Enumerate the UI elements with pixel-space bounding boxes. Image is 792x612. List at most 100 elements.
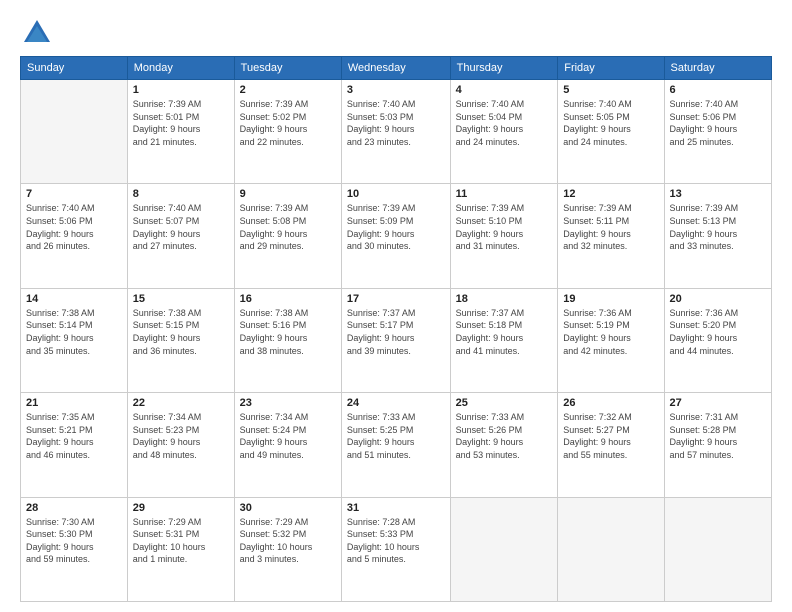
calendar-cell: 26 Sunrise: 7:32 AM Sunset: 5:27 PM Dayli… — [558, 393, 664, 497]
day-number: 4 — [456, 84, 553, 96]
calendar-cell: 29 Sunrise: 7:29 AM Sunset: 5:31 PM Dayli… — [127, 497, 234, 601]
day-number: 14 — [26, 293, 122, 305]
day-number: 10 — [347, 188, 445, 200]
calendar-table: SundayMondayTuesdayWednesdayThursdayFrid… — [20, 56, 772, 602]
logo-icon — [22, 18, 52, 48]
calendar-cell — [450, 497, 558, 601]
calendar-cell — [21, 80, 128, 184]
day-info: Sunrise: 7:36 AM Sunset: 5:19 PM Dayligh… — [563, 307, 658, 357]
week-row-5: 28 Sunrise: 7:30 AM Sunset: 5:30 PM Dayli… — [21, 497, 772, 601]
calendar-cell: 15 Sunrise: 7:38 AM Sunset: 5:15 PM Dayli… — [127, 288, 234, 392]
day-number: 12 — [563, 188, 658, 200]
day-number: 9 — [240, 188, 336, 200]
calendar-cell: 18 Sunrise: 7:37 AM Sunset: 5:18 PM Dayli… — [450, 288, 558, 392]
calendar-cell: 14 Sunrise: 7:38 AM Sunset: 5:14 PM Dayli… — [21, 288, 128, 392]
day-number: 1 — [133, 84, 229, 96]
calendar-cell: 20 Sunrise: 7:36 AM Sunset: 5:20 PM Dayli… — [664, 288, 771, 392]
calendar-cell: 24 Sunrise: 7:33 AM Sunset: 5:25 PM Dayli… — [341, 393, 450, 497]
day-info: Sunrise: 7:39 AM Sunset: 5:09 PM Dayligh… — [347, 202, 445, 252]
col-header-friday: Friday — [558, 57, 664, 80]
col-header-wednesday: Wednesday — [341, 57, 450, 80]
day-info: Sunrise: 7:37 AM Sunset: 5:18 PM Dayligh… — [456, 307, 553, 357]
day-info: Sunrise: 7:37 AM Sunset: 5:17 PM Dayligh… — [347, 307, 445, 357]
calendar-cell: 23 Sunrise: 7:34 AM Sunset: 5:24 PM Dayli… — [234, 393, 341, 497]
day-info: Sunrise: 7:40 AM Sunset: 5:03 PM Dayligh… — [347, 98, 445, 148]
day-info: Sunrise: 7:40 AM Sunset: 5:06 PM Dayligh… — [26, 202, 122, 252]
logo — [20, 18, 54, 48]
col-header-tuesday: Tuesday — [234, 57, 341, 80]
day-info: Sunrise: 7:34 AM Sunset: 5:24 PM Dayligh… — [240, 411, 336, 461]
day-number: 18 — [456, 293, 553, 305]
day-info: Sunrise: 7:40 AM Sunset: 5:06 PM Dayligh… — [670, 98, 766, 148]
day-number: 26 — [563, 397, 658, 409]
col-header-thursday: Thursday — [450, 57, 558, 80]
week-row-3: 14 Sunrise: 7:38 AM Sunset: 5:14 PM Dayli… — [21, 288, 772, 392]
day-info: Sunrise: 7:33 AM Sunset: 5:25 PM Dayligh… — [347, 411, 445, 461]
day-info: Sunrise: 7:31 AM Sunset: 5:28 PM Dayligh… — [670, 411, 766, 461]
day-number: 11 — [456, 188, 553, 200]
calendar-cell: 3Sunrise: 7:40 AM Sunset: 5:03 PM Daylig… — [341, 80, 450, 184]
day-number: 30 — [240, 502, 336, 514]
calendar-cell: 11 Sunrise: 7:39 AM Sunset: 5:10 PM Dayli… — [450, 184, 558, 288]
calendar-cell — [664, 497, 771, 601]
day-number: 24 — [347, 397, 445, 409]
day-info: Sunrise: 7:29 AM Sunset: 5:31 PM Dayligh… — [133, 516, 229, 566]
calendar-cell: 21 Sunrise: 7:35 AM Sunset: 5:21 PM Dayli… — [21, 393, 128, 497]
day-info: Sunrise: 7:40 AM Sunset: 5:05 PM Dayligh… — [563, 98, 658, 148]
calendar-cell: 4 Sunrise: 7:40 AM Sunset: 5:04 PM Daylig… — [450, 80, 558, 184]
day-info: Sunrise: 7:36 AM Sunset: 5:20 PM Dayligh… — [670, 307, 766, 357]
day-number: 6 — [670, 84, 766, 96]
day-info: Sunrise: 7:39 AM Sunset: 5:13 PM Dayligh… — [670, 202, 766, 252]
page: SundayMondayTuesdayWednesdayThursdayFrid… — [0, 0, 792, 612]
calendar-cell: 27 Sunrise: 7:31 AM Sunset: 5:28 PM Dayli… — [664, 393, 771, 497]
week-row-1: 1 Sunrise: 7:39 AM Sunset: 5:01 PM Daylig… — [21, 80, 772, 184]
day-number: 29 — [133, 502, 229, 514]
calendar-cell: 9Sunrise: 7:39 AM Sunset: 5:08 PM Daylig… — [234, 184, 341, 288]
day-info: Sunrise: 7:28 AM Sunset: 5:33 PM Dayligh… — [347, 516, 445, 566]
header — [20, 18, 772, 48]
day-number: 13 — [670, 188, 766, 200]
calendar-cell: 12Sunrise: 7:39 AM Sunset: 5:11 PM Dayli… — [558, 184, 664, 288]
header-row: SundayMondayTuesdayWednesdayThursdayFrid… — [21, 57, 772, 80]
day-info: Sunrise: 7:39 AM Sunset: 5:02 PM Dayligh… — [240, 98, 336, 148]
day-info: Sunrise: 7:30 AM Sunset: 5:30 PM Dayligh… — [26, 516, 122, 566]
calendar-cell: 28 Sunrise: 7:30 AM Sunset: 5:30 PM Dayli… — [21, 497, 128, 601]
day-number: 21 — [26, 397, 122, 409]
day-info: Sunrise: 7:39 AM Sunset: 5:10 PM Dayligh… — [456, 202, 553, 252]
day-info: Sunrise: 7:33 AM Sunset: 5:26 PM Dayligh… — [456, 411, 553, 461]
day-number: 27 — [670, 397, 766, 409]
day-number: 28 — [26, 502, 122, 514]
calendar-cell: 25 Sunrise: 7:33 AM Sunset: 5:26 PM Dayli… — [450, 393, 558, 497]
week-row-4: 21 Sunrise: 7:35 AM Sunset: 5:21 PM Dayli… — [21, 393, 772, 497]
day-number: 8 — [133, 188, 229, 200]
day-info: Sunrise: 7:35 AM Sunset: 5:21 PM Dayligh… — [26, 411, 122, 461]
day-info: Sunrise: 7:40 AM Sunset: 5:04 PM Dayligh… — [456, 98, 553, 148]
day-info: Sunrise: 7:32 AM Sunset: 5:27 PM Dayligh… — [563, 411, 658, 461]
calendar-cell: 17Sunrise: 7:37 AM Sunset: 5:17 PM Dayli… — [341, 288, 450, 392]
day-info: Sunrise: 7:39 AM Sunset: 5:01 PM Dayligh… — [133, 98, 229, 148]
calendar-cell: 1 Sunrise: 7:39 AM Sunset: 5:01 PM Daylig… — [127, 80, 234, 184]
day-number: 2 — [240, 84, 336, 96]
day-info: Sunrise: 7:38 AM Sunset: 5:14 PM Dayligh… — [26, 307, 122, 357]
day-number: 23 — [240, 397, 336, 409]
day-info: Sunrise: 7:38 AM Sunset: 5:15 PM Dayligh… — [133, 307, 229, 357]
calendar-cell: 30 Sunrise: 7:29 AM Sunset: 5:32 PM Dayli… — [234, 497, 341, 601]
calendar-cell: 31Sunrise: 7:28 AM Sunset: 5:33 PM Dayli… — [341, 497, 450, 601]
day-info: Sunrise: 7:40 AM Sunset: 5:07 PM Dayligh… — [133, 202, 229, 252]
day-number: 15 — [133, 293, 229, 305]
calendar-cell: 8 Sunrise: 7:40 AM Sunset: 5:07 PM Daylig… — [127, 184, 234, 288]
day-number: 7 — [26, 188, 122, 200]
day-number: 22 — [133, 397, 229, 409]
calendar-cell: 10 Sunrise: 7:39 AM Sunset: 5:09 PM Dayli… — [341, 184, 450, 288]
calendar-cell: 7 Sunrise: 7:40 AM Sunset: 5:06 PM Daylig… — [21, 184, 128, 288]
day-info: Sunrise: 7:34 AM Sunset: 5:23 PM Dayligh… — [133, 411, 229, 461]
day-number: 20 — [670, 293, 766, 305]
day-number: 25 — [456, 397, 553, 409]
day-info: Sunrise: 7:29 AM Sunset: 5:32 PM Dayligh… — [240, 516, 336, 566]
calendar-cell: 16Sunrise: 7:38 AM Sunset: 5:16 PM Dayli… — [234, 288, 341, 392]
day-info: Sunrise: 7:38 AM Sunset: 5:16 PM Dayligh… — [240, 307, 336, 357]
calendar-cell: 19Sunrise: 7:36 AM Sunset: 5:19 PM Dayli… — [558, 288, 664, 392]
calendar-cell: 22 Sunrise: 7:34 AM Sunset: 5:23 PM Dayli… — [127, 393, 234, 497]
calendar-cell: 13 Sunrise: 7:39 AM Sunset: 5:13 PM Dayli… — [664, 184, 771, 288]
day-number: 5 — [563, 84, 658, 96]
